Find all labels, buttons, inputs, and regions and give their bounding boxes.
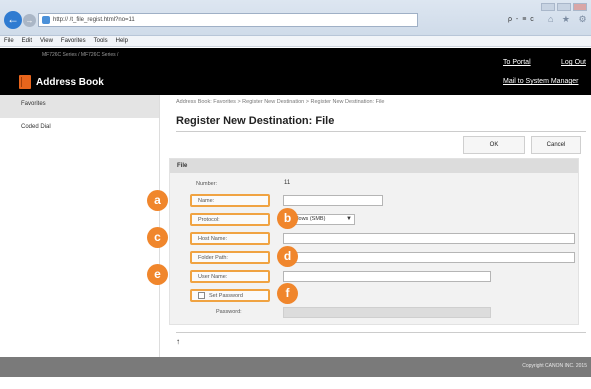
marker-c: c bbox=[147, 227, 168, 248]
marker-d: d bbox=[277, 246, 298, 267]
marker-a: a bbox=[147, 190, 168, 211]
menu-edit[interactable]: Edit bbox=[22, 36, 32, 46]
cancel-button[interactable]: Cancel bbox=[531, 136, 581, 154]
divider bbox=[176, 131, 586, 132]
address-bar[interactable]: http:// /t_file_regist.html?no=11 bbox=[38, 13, 418, 27]
menu-file[interactable]: File bbox=[4, 36, 14, 46]
maximize-icon[interactable] bbox=[557, 3, 571, 11]
menu-tools[interactable]: Tools bbox=[94, 36, 108, 46]
back-to-top-icon[interactable]: ↑ bbox=[176, 337, 180, 346]
copyright: Copyright CANON INC. 2015 bbox=[522, 363, 587, 369]
user-name-input[interactable] bbox=[283, 271, 491, 282]
minimize-icon[interactable] bbox=[541, 3, 555, 11]
set-password-checkbox[interactable] bbox=[198, 292, 205, 300]
host-name-input[interactable] bbox=[283, 233, 575, 244]
ok-button[interactable]: OK bbox=[463, 136, 525, 154]
menu-help[interactable]: Help bbox=[116, 36, 128, 46]
log-out-link[interactable]: Log Out bbox=[561, 59, 586, 66]
menu-view[interactable]: View bbox=[40, 36, 53, 46]
mail-to-system-manager-link[interactable]: Mail to System Manager bbox=[503, 78, 578, 85]
close-icon[interactable] bbox=[573, 3, 587, 11]
menu-bar: File Edit View Favorites Tools Help bbox=[0, 36, 591, 47]
set-password-option[interactable]: Set Password bbox=[190, 289, 270, 302]
app-header: MF726C Series / MF726C Series / Address … bbox=[0, 48, 591, 95]
folder-path-label: Folder Path: bbox=[190, 251, 270, 264]
sidebar: Favorites Coded Dial bbox=[0, 95, 160, 357]
breadcrumb: Address Book: Favorites > Register New D… bbox=[176, 99, 385, 105]
sidebar-item-favorites[interactable]: Favorites bbox=[0, 95, 159, 118]
to-portal-link[interactable]: To Portal bbox=[503, 59, 531, 66]
home-star-gear-icons[interactable]: ⌂ ★ ⚙ bbox=[548, 14, 590, 25]
bottom-strip bbox=[0, 377, 591, 389]
user-name-label: User Name: bbox=[190, 270, 270, 283]
main-content: Address Book: Favorites > Register New D… bbox=[160, 95, 591, 357]
app-title: Address Book bbox=[36, 77, 104, 88]
marker-f: f bbox=[277, 283, 298, 304]
back-arrow-icon[interactable]: ← bbox=[4, 11, 22, 29]
host-name-label: Host Name: bbox=[190, 232, 270, 245]
file-panel: File Number: 11 Name: Protocol: Windows … bbox=[169, 158, 579, 325]
name-input[interactable] bbox=[283, 195, 383, 206]
page-title: Register New Destination: File bbox=[176, 115, 335, 127]
folder-path-input[interactable] bbox=[283, 252, 575, 263]
marker-e: e bbox=[147, 264, 168, 285]
panel-title: File bbox=[170, 159, 578, 173]
name-label: Name: bbox=[190, 194, 270, 207]
marker-b: b bbox=[277, 208, 298, 229]
chevron-down-icon: ▼ bbox=[346, 216, 352, 222]
set-password-label: Set Password bbox=[209, 293, 243, 299]
password-input[interactable] bbox=[283, 307, 491, 318]
divider bbox=[176, 332, 586, 333]
url-text: http:// /t_file_regist.html?no=11 bbox=[53, 17, 135, 23]
forward-arrow-icon[interactable]: → bbox=[23, 14, 36, 27]
search-refresh-icons[interactable]: ρ - ≡ c bbox=[508, 16, 535, 23]
number-value: 11 bbox=[284, 180, 291, 186]
device-name: MF726C Series / MF726C Series / bbox=[42, 52, 119, 58]
footer: Copyright CANON INC. 2015 bbox=[0, 357, 591, 377]
password-label: Password: bbox=[216, 309, 242, 315]
sidebar-item-coded-dial[interactable]: Coded Dial bbox=[0, 118, 159, 141]
number-label: Number: bbox=[196, 181, 218, 187]
protocol-label: Protocol: bbox=[190, 213, 270, 226]
menu-favorites[interactable]: Favorites bbox=[61, 36, 86, 46]
address-book-icon bbox=[19, 75, 31, 89]
page-icon bbox=[42, 16, 50, 24]
window-controls bbox=[541, 3, 587, 11]
browser-toolbar: ← → http:// /t_file_regist.html?no=11 ρ … bbox=[0, 0, 591, 36]
